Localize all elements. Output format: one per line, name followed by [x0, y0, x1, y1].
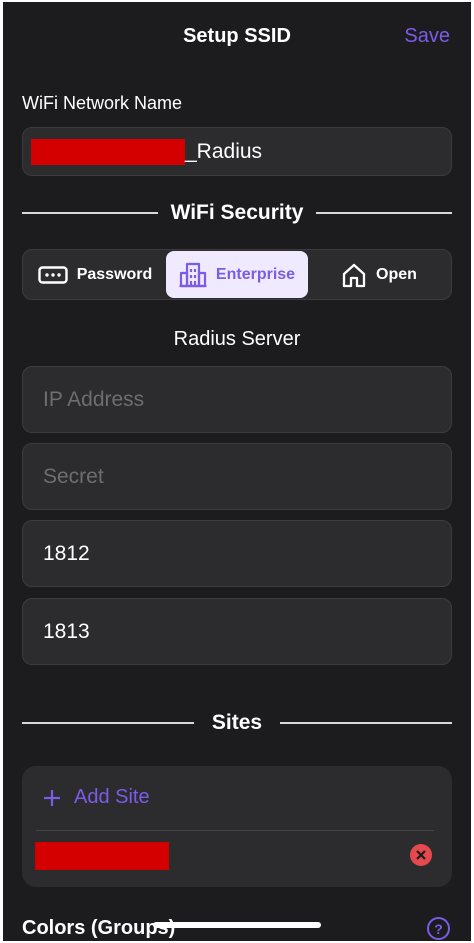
divider-line: [22, 212, 158, 214]
security-option-label: Open: [376, 265, 417, 283]
setup-ssid-screen: Setup SSID Save WiFi Network Name _Radiu…: [3, 2, 471, 941]
divider-line: [22, 722, 194, 724]
security-type-selector: Password Enterprise Open: [22, 249, 452, 300]
close-icon: [416, 850, 426, 860]
save-button[interactable]: Save: [404, 25, 450, 48]
password-dots-icon: [38, 265, 68, 284]
ip-address-input[interactable]: IP Address: [22, 366, 452, 433]
redacted-site-name: [35, 842, 169, 870]
secret-input[interactable]: Secret: [22, 443, 452, 510]
sites-card: Add Site: [22, 766, 452, 887]
sites-divider: Sites: [22, 711, 453, 735]
network-name-label: WiFi Network Name: [22, 93, 183, 113]
home-indicator: [153, 922, 321, 928]
page-title: Setup SSID: [183, 25, 291, 47]
plus-icon: [44, 789, 60, 806]
network-name-field[interactable]: _Radius: [22, 127, 452, 176]
remove-site-button[interactable]: [410, 844, 432, 866]
colors-groups-label: Colors (Groups): [22, 917, 176, 939]
divider-line: [280, 722, 453, 724]
security-option-open[interactable]: Open: [308, 251, 450, 298]
add-site-button[interactable]: Add Site: [43, 786, 150, 809]
wifi-security-divider: WiFi Security: [22, 201, 452, 225]
divider-line: [316, 212, 452, 214]
redacted-text: [31, 138, 185, 165]
security-option-enterprise[interactable]: Enterprise: [166, 251, 308, 298]
auth-port-input[interactable]: 1812: [22, 520, 452, 587]
sites-heading: Sites: [211, 711, 263, 734]
home-icon: [342, 263, 366, 287]
security-option-label: Enterprise: [215, 265, 296, 283]
security-option-password[interactable]: Password: [24, 251, 166, 298]
security-option-label: Password: [76, 265, 153, 283]
add-site-label: Add Site: [74, 786, 150, 808]
card-separator: [36, 830, 434, 831]
acct-port-input[interactable]: 1813: [22, 598, 452, 665]
radius-server-heading: Radius Server: [173, 328, 301, 350]
building-icon: [179, 262, 207, 287]
network-name-suffix: _Radius: [185, 139, 263, 163]
wifi-security-heading: WiFi Security: [170, 201, 304, 224]
help-icon[interactable]: ?: [427, 917, 450, 940]
